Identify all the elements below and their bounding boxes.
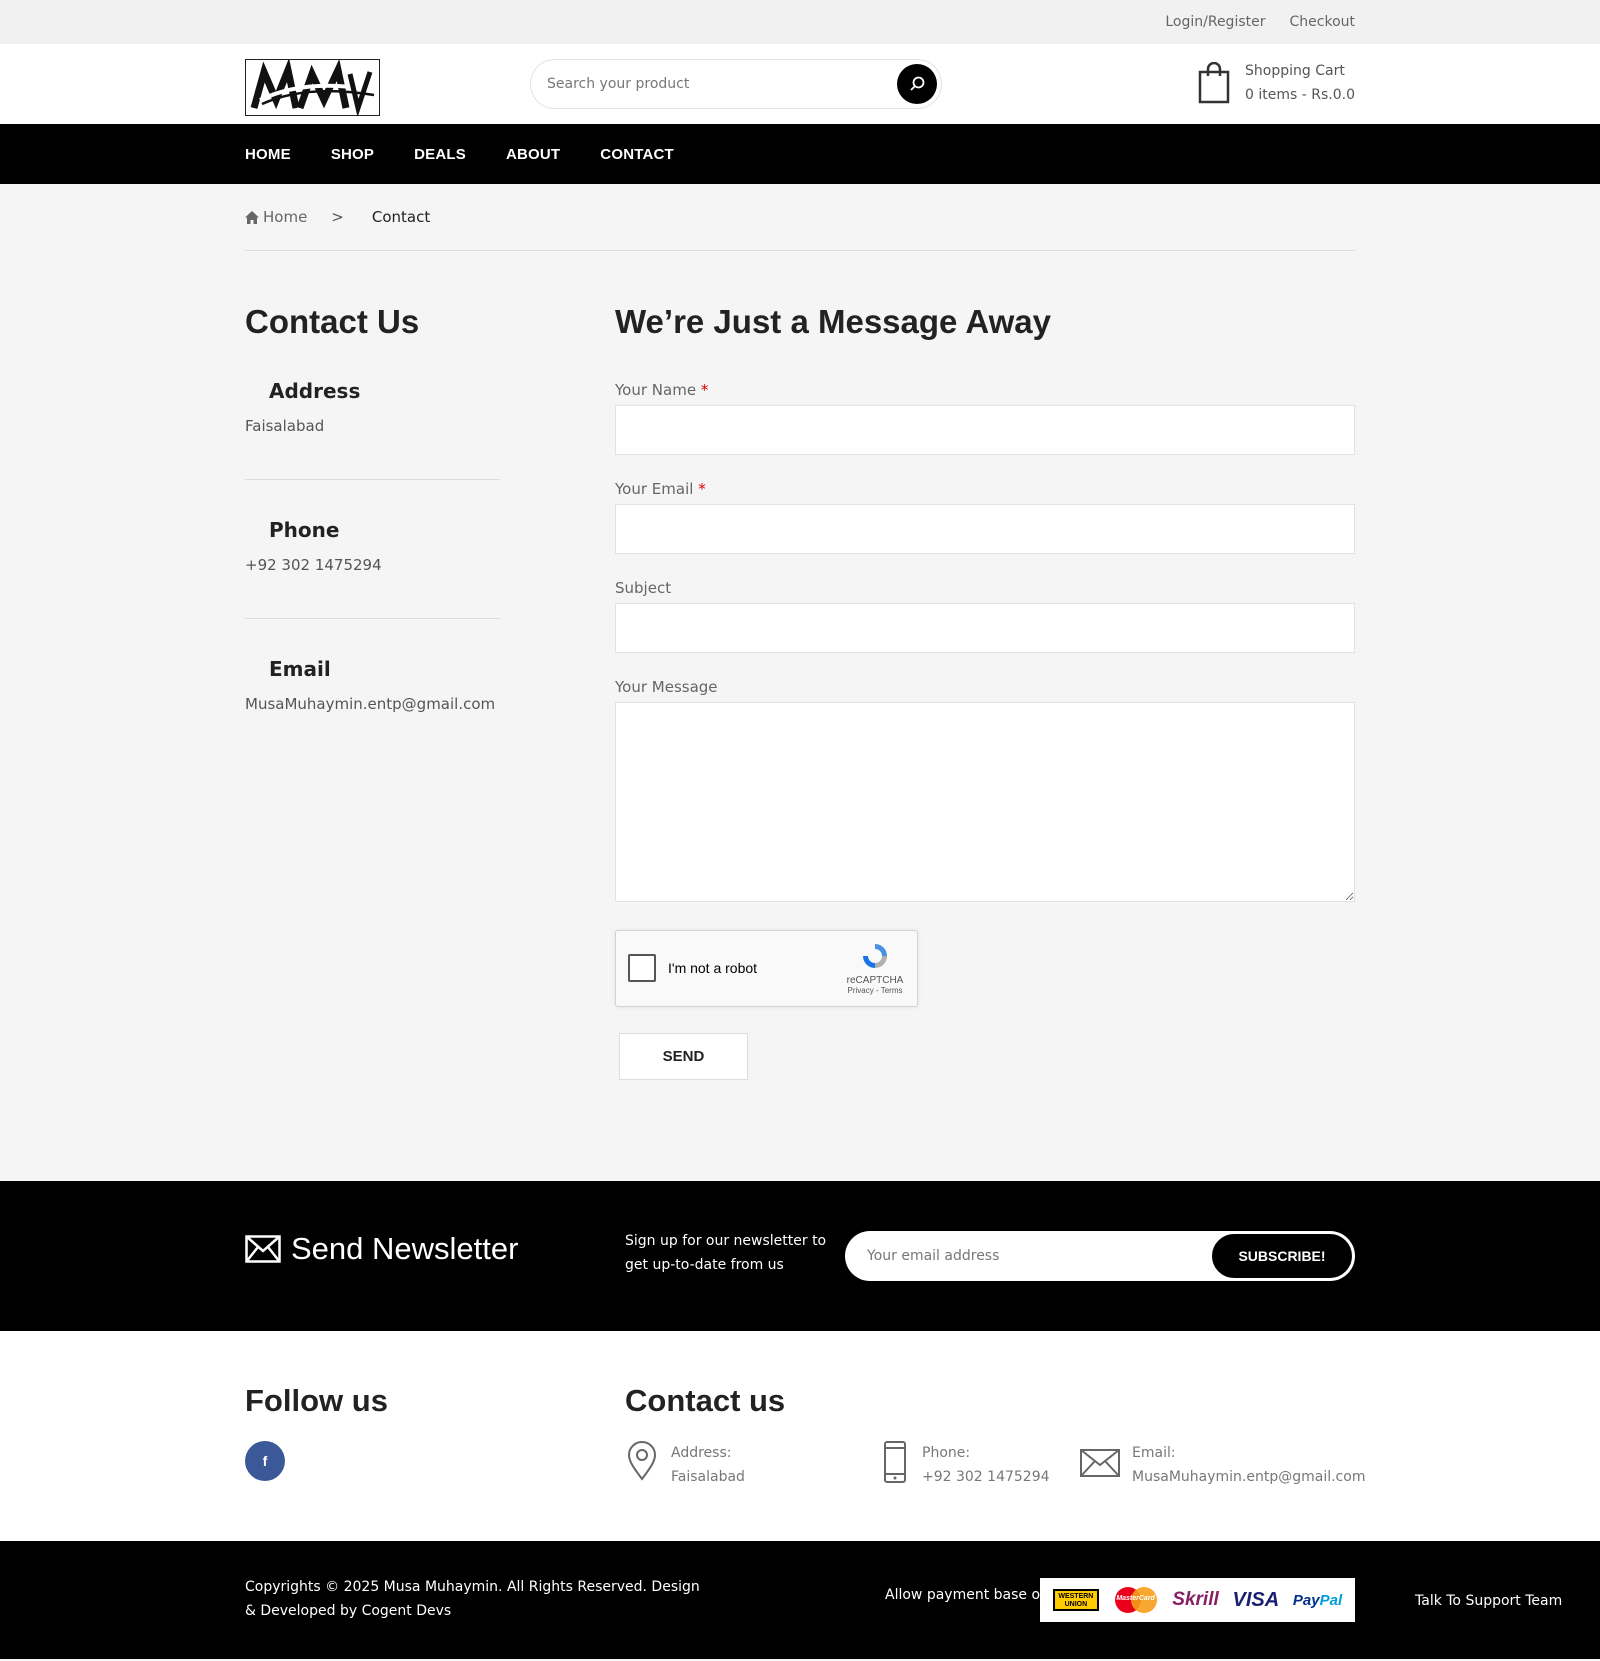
newsletter-description: Sign up for our newsletter to get up-to-… <box>625 1233 827 1273</box>
recaptcha-widget: I'm not a robot reCAPTCHA Privacy - Term… <box>615 930 918 1007</box>
payment-label: Allow payment base on <box>885 1587 1049 1603</box>
email-label: Your Email * <box>615 480 706 498</box>
phone-block: Phone +92 302 1475294 <box>245 518 500 619</box>
site-logo[interactable] <box>245 59 380 116</box>
search-input[interactable] <box>547 60 877 108</box>
recaptcha-icon <box>863 944 887 968</box>
email-block: Email MusaMuhaymin.entp@gmail.com <box>245 657 500 757</box>
newsletter-title: Send Newsletter <box>245 1231 518 1267</box>
breadcrumb-home[interactable]: Home <box>263 208 307 226</box>
nav-contact[interactable]: CONTACT <box>600 146 674 163</box>
recaptcha-label: I'm not a robot <box>668 960 758 976</box>
nav-home[interactable]: HOME <box>245 146 291 163</box>
subject-field[interactable] <box>615 603 1355 653</box>
address-block: Address Faisalabad <box>245 379 500 480</box>
nav-shop[interactable]: SHOP <box>331 146 374 163</box>
address-heading: Address <box>269 379 361 403</box>
shopping-cart[interactable]: Shopping Cart 0 items - Rs.0.0 <box>1197 59 1355 107</box>
nav-deals[interactable]: DEALS <box>414 146 466 163</box>
send-button[interactable]: SEND <box>619 1033 748 1080</box>
site-header: Shopping Cart 0 items - Rs.0.0 <box>0 44 1600 124</box>
search-button[interactable] <box>897 64 937 104</box>
footer-phone: Phone: +92 302 1475294 <box>880 1441 1050 1489</box>
newsletter-email-input[interactable] <box>867 1231 1187 1281</box>
bottom-bar: Copyrights © 2025 Musa Muhaymin. All Rig… <box>0 1541 1600 1659</box>
breadcrumb-current: Contact <box>371 208 431 226</box>
message-label: Your Message <box>615 678 718 696</box>
envelope-icon <box>245 1235 281 1263</box>
footer-phone-label: Phone: <box>922 1445 971 1461</box>
search-bar <box>530 59 942 109</box>
contact-info-title: Contact Us <box>245 303 420 340</box>
support-link[interactable]: Talk To Support Team <box>1415 1593 1562 1609</box>
western-union-logo: WESTERN UNION <box>1052 1589 1099 1611</box>
message-field[interactable] <box>615 702 1355 902</box>
site-footer: Follow us f Contact us Address: Faisalab… <box>0 1331 1600 1541</box>
main-nav: HOME SHOP DEALS ABOUT CONTACT <box>0 124 1600 184</box>
search-icon <box>910 76 925 91</box>
top-bar: Login/Register Checkout <box>0 0 1600 44</box>
home-icon <box>245 210 259 224</box>
nav-about[interactable]: ABOUT <box>506 146 560 163</box>
breadcrumb: Home > Contact <box>245 184 1355 251</box>
payment-logos: WESTERN UNION MasterCard Skrill VISA Pay… <box>1040 1578 1355 1622</box>
name-label: Your Name * <box>615 381 709 399</box>
visa-logo: VISA <box>1232 1588 1280 1611</box>
newsletter-section: Send Newsletter Sign up for our newslett… <box>0 1181 1600 1331</box>
email-field[interactable] <box>615 504 1355 554</box>
footer-email: Email: MusaMuhaymin.entp@gmail.com <box>1080 1441 1365 1489</box>
follow-title: Follow us <box>245 1383 388 1418</box>
follow-us: Follow us f <box>245 1383 388 1481</box>
contact-form: We’re Just a Message Away Your Name * Yo… <box>615 303 1355 1080</box>
footer-address-value: Faisalabad <box>671 1469 745 1485</box>
contact-section: Contact Us Address Faisalabad Phone +92 … <box>245 251 1355 1181</box>
recaptcha-brand: reCAPTCHA <box>846 975 904 986</box>
breadcrumb-separator: > <box>331 208 344 226</box>
cart-title: Shopping Cart <box>1245 63 1345 79</box>
paypal-logo: PayPal <box>1292 1591 1343 1609</box>
recaptcha-links[interactable]: Privacy - Terms <box>845 986 905 995</box>
footer-contact-title: Contact us <box>625 1383 786 1418</box>
shopping-bag-icon <box>1198 62 1230 104</box>
checkout-link[interactable]: Checkout <box>1290 14 1356 30</box>
footer-phone-value: +92 302 1475294 <box>922 1469 1050 1485</box>
footer-email-value[interactable]: MusaMuhaymin.entp@gmail.com <box>1132 1465 1365 1489</box>
mobile-phone-icon <box>884 1441 906 1483</box>
footer-contact: Contact us Address: Faisalabad Phone: +9… <box>625 1383 1365 1501</box>
email-value: MusaMuhaymin.entp@gmail.com <box>245 695 496 713</box>
cart-summary: 0 items - Rs.0.0 <box>1245 87 1355 103</box>
subject-label: Subject <box>615 579 672 597</box>
location-pin-icon <box>627 1441 657 1481</box>
envelope-icon <box>1080 1449 1120 1477</box>
copyright-text: Copyrights © 2025 Musa Muhaymin. All Rig… <box>245 1579 700 1619</box>
mastercard-logo: MasterCard <box>1113 1586 1159 1614</box>
phone-heading: Phone <box>269 518 340 542</box>
recaptcha-checkbox[interactable] <box>628 954 656 982</box>
form-title: We’re Just a Message Away <box>615 303 1051 340</box>
newsletter-form: SUBSCRIBE! <box>845 1231 1355 1281</box>
subscribe-button[interactable]: SUBSCRIBE! <box>1212 1234 1352 1278</box>
address-value: Faisalabad <box>245 417 325 435</box>
footer-address-label: Address: <box>671 1445 732 1461</box>
name-field[interactable] <box>615 405 1355 455</box>
facebook-icon[interactable]: f <box>245 1441 285 1481</box>
footer-address: Address: Faisalabad <box>625 1441 745 1489</box>
contact-info: Contact Us Address Faisalabad Phone +92 … <box>245 303 500 795</box>
login-register-link[interactable]: Login/Register <box>1165 14 1265 30</box>
phone-value: +92 302 1475294 <box>245 556 382 574</box>
footer-email-label: Email: <box>1132 1445 1176 1461</box>
skrill-logo: Skrill <box>1172 1589 1219 1610</box>
email-heading: Email <box>269 657 331 681</box>
